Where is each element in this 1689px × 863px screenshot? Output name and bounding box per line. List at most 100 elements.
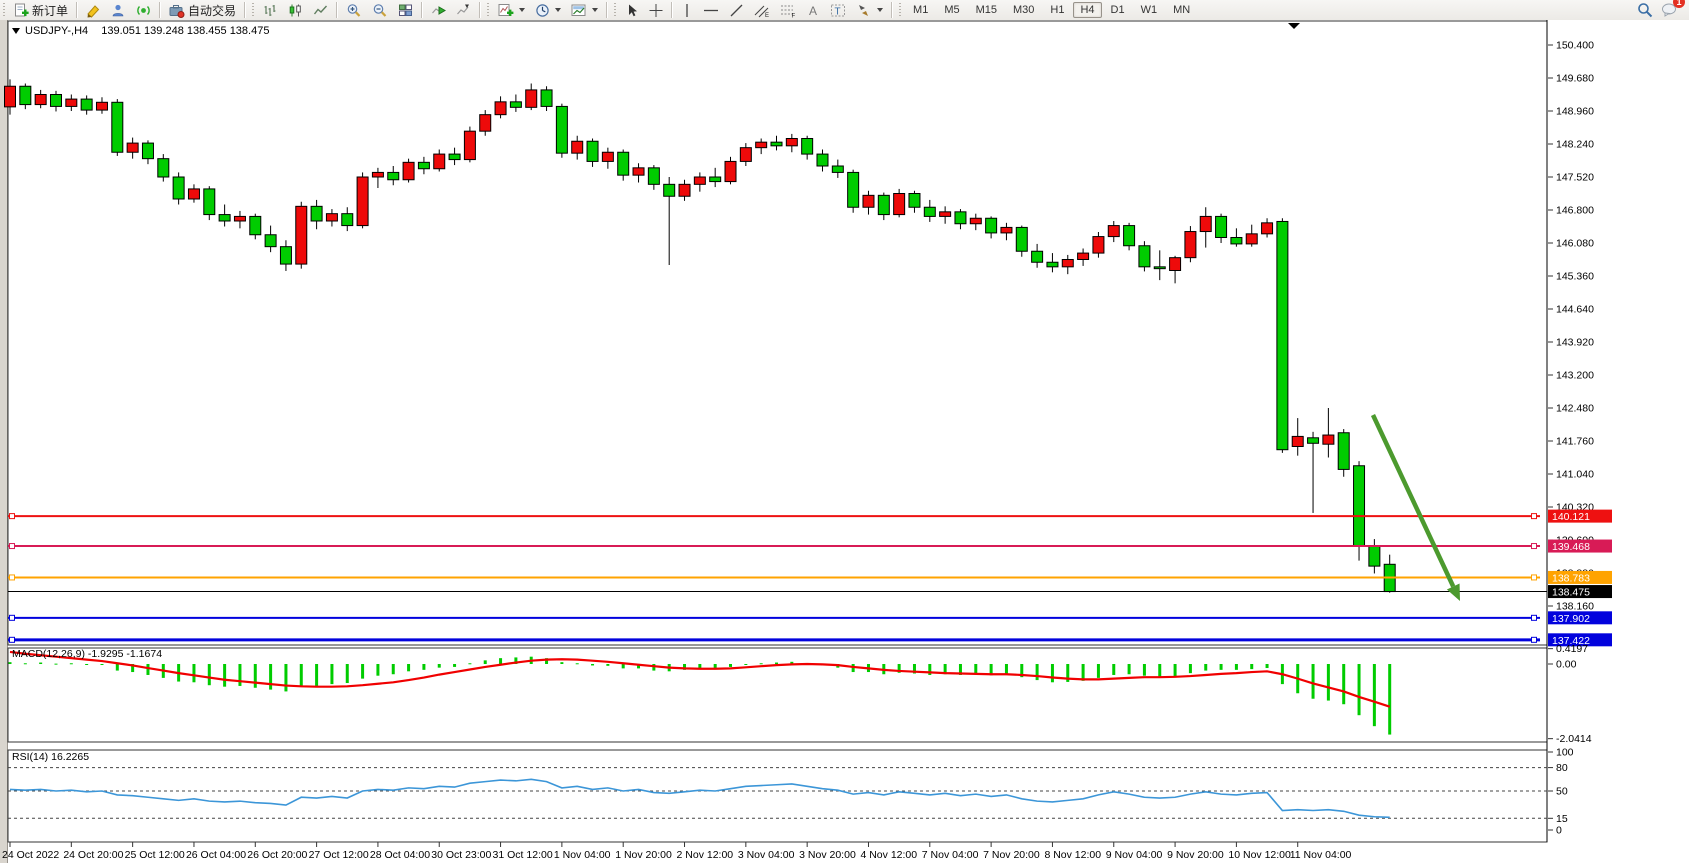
macd-signal-value: -1.1674 [126,648,162,660]
price-axis-tick-label: 149.680 [1556,72,1594,84]
zoom-out-button[interactable] [367,0,393,21]
candle-body [434,154,445,169]
candle-body [173,177,184,199]
hline-handle[interactable] [10,575,15,580]
candle-body [541,90,552,106]
hline-handle[interactable] [10,615,15,620]
auto-scroll-button[interactable] [426,0,451,21]
macd-histogram-bar [744,664,747,665]
candle-body [449,154,460,159]
timeframe-button-m1[interactable]: M1 [906,2,935,18]
timeframe-button-m30[interactable]: M30 [1006,2,1041,18]
arrows-dropdown-caret[interactable] [877,8,883,12]
chart-ohlc-values: 139.051 139.248 138.455 138.475 [101,25,269,37]
equidistant-channel-button[interactable]: E [749,0,775,21]
chart-shift-button[interactable] [451,0,476,21]
candle-body [1154,267,1165,269]
toolbar-grip[interactable] [486,3,491,17]
bar-chart-button[interactable] [258,0,283,21]
timeframe-button-mn[interactable]: MN [1166,2,1197,18]
candle-body [986,218,997,233]
svg-text:E: E [765,13,769,18]
candle-body [96,102,107,110]
notifications-button[interactable]: 1 [1661,1,1679,20]
macd-histogram-bar [85,664,88,665]
mql-community-button[interactable] [106,0,131,21]
macd-histogram-bar [254,664,257,688]
hline-handle[interactable] [1532,637,1537,642]
macd-pane[interactable] [8,648,1547,742]
macd-histogram-bar [269,664,272,690]
templates-button[interactable] [566,0,603,21]
horizontal-line-button[interactable] [698,0,724,21]
macd-histogram-bar [407,664,410,671]
macd-histogram-bar [361,664,364,679]
crosshair-button[interactable] [644,0,668,21]
hline-handle[interactable] [10,544,15,549]
candle-body [1369,546,1380,566]
candle-body [372,172,383,177]
cursor-button[interactable] [620,0,644,21]
hline-handle[interactable] [1532,514,1537,519]
trendline-button[interactable] [724,0,749,21]
rsi-value: 16.2265 [51,751,89,763]
macd-histogram-bar [622,664,625,668]
hline-handle[interactable] [10,514,15,519]
metaeditor-button[interactable] [81,0,106,21]
rsi-pane[interactable] [8,750,1547,842]
toolbar-grip[interactable] [613,3,618,17]
news-signal-button[interactable] [131,0,156,21]
vertical-line-button[interactable] [676,0,698,21]
candlestick-chart-button[interactable] [283,0,308,21]
trendline-icon [729,3,744,18]
text-label-button[interactable]: T [825,0,851,21]
time-axis-label: 28 Oct 04:00 [370,849,430,861]
price-axis-tick-label: 143.920 [1556,336,1594,348]
timeframe-button-h1[interactable]: H1 [1043,2,1071,18]
timeframe-button-h4[interactable]: H4 [1073,2,1101,18]
timeframe-button-w1[interactable]: W1 [1134,2,1165,18]
candle-body [480,115,491,131]
candle-body [112,102,123,152]
indicators-button[interactable] [493,0,530,21]
news-signal-icon [136,3,151,18]
periods-dropdown-caret[interactable] [555,8,561,12]
new-order-button[interactable]: 新订单 [9,0,73,21]
candle-body [556,106,567,153]
rsi-indicator-label: RSI(14) 16.2265 [12,751,89,763]
hline-handle[interactable] [10,637,15,642]
main-price-pane[interactable] [8,21,1547,645]
tile-windows-button[interactable] [393,0,418,21]
svg-text:T: T [835,6,841,17]
hline-handle[interactable] [1532,575,1537,580]
timeframe-button-d1[interactable]: D1 [1104,2,1132,18]
macd-histogram-bar [192,664,195,682]
templates-dropdown-caret[interactable] [592,8,598,12]
periods-button[interactable] [530,0,566,21]
toolbar-grip[interactable] [2,3,7,17]
price-badge-label: 138.475 [1552,587,1590,599]
line-chart-button[interactable] [308,0,333,21]
arrows-button[interactable] [851,0,888,21]
text-button[interactable]: A [801,0,825,21]
search-icon[interactable] [1637,2,1653,18]
hline-handle[interactable] [1532,615,1537,620]
candle-body [1216,216,1227,237]
timeframe-button-m15[interactable]: M15 [969,2,1004,18]
chart-canvas[interactable]: 150.400149.680148.960148.240147.520146.8… [0,20,1689,863]
fibonacci-button[interactable]: F [775,0,801,21]
toolbar-grip[interactable] [898,3,903,17]
candle-body [1292,436,1303,446]
autotrading-button[interactable]: 自动交易 [164,0,241,21]
macd-histogram-bar [576,663,579,664]
candle-body [1078,253,1089,259]
indicators-dropdown-caret[interactable] [519,8,525,12]
time-axis-label: 9 Nov 20:00 [1167,849,1224,861]
macd-histogram-bar [116,664,119,671]
timeframe-button-m5[interactable]: M5 [937,2,966,18]
zoom-in-button[interactable] [341,0,367,21]
toolbar-grip[interactable] [251,3,256,17]
candle-body [786,138,797,145]
hline-handle[interactable] [1532,544,1537,549]
one-click-trading-toggle-icon[interactable] [12,28,20,34]
